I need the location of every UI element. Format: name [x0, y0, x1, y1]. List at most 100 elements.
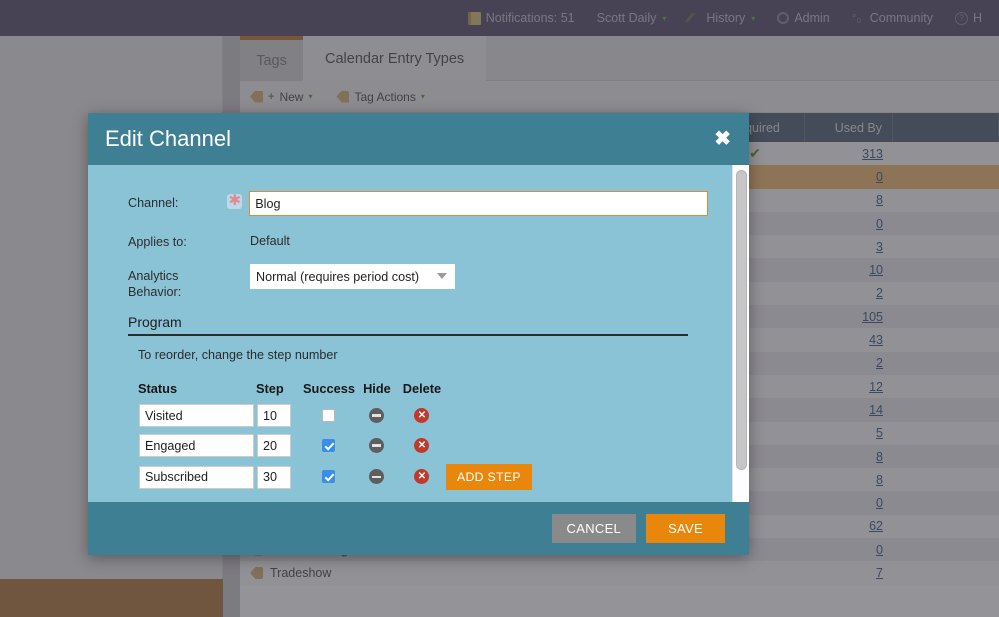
nav-label-admin: Admin — [794, 11, 830, 25]
cell-used-by: 5 — [805, 422, 893, 445]
book-icon — [467, 11, 481, 25]
chevron-down-icon: ▾ — [420, 92, 425, 101]
used-by-link[interactable]: 2 — [876, 356, 883, 370]
used-by-link[interactable]: 0 — [876, 496, 883, 510]
analytics-behavior-label-line2: Behavior: — [128, 285, 182, 299]
step-hide-cell — [355, 433, 399, 458]
column-header-spacer — [893, 113, 999, 142]
step-status-input[interactable] — [139, 404, 254, 427]
used-by-link[interactable]: 10 — [869, 263, 883, 277]
steps-col-delete: Delete — [402, 381, 442, 396]
used-by-link[interactable]: 5 — [876, 426, 883, 440]
plus-icon: + — [268, 90, 275, 103]
used-by-link[interactable]: 105 — [862, 310, 883, 324]
used-by-link[interactable]: 43 — [869, 333, 883, 347]
step-number-cell — [256, 433, 303, 458]
modal-title: Edit Channel — [105, 126, 231, 151]
cell-used-by: 43 — [805, 328, 893, 351]
used-by-link[interactable]: 313 — [862, 147, 883, 161]
step-number-input[interactable] — [257, 434, 291, 457]
edit-channel-modal: Edit Channel ✖ Channel: ✱ Applies to: De… — [88, 113, 749, 555]
cell-used-by: 2 — [805, 282, 893, 305]
cell-spacer — [893, 491, 999, 514]
cell-spacer — [893, 561, 999, 584]
chevron-down-icon: ▾ — [662, 13, 667, 23]
step-success-cell — [303, 403, 355, 428]
tab-bar: Tags Calendar Entry Types — [240, 36, 999, 81]
help-icon: ? — [954, 11, 968, 25]
tab-tags[interactable]: Tags — [240, 36, 303, 81]
used-by-link[interactable]: 0 — [876, 217, 883, 231]
used-by-link[interactable]: 8 — [876, 473, 883, 487]
step-number-input[interactable] — [257, 465, 291, 489]
cell-spacer — [893, 305, 999, 328]
field-row-channel: Channel: ✱ — [128, 191, 708, 216]
nav-item-help[interactable]: ? H — [944, 0, 993, 36]
add-step-button[interactable]: ADD STEP — [445, 464, 532, 490]
cell-spacer — [893, 352, 999, 375]
tag-icon — [250, 566, 263, 579]
column-header-used-by[interactable]: Used By — [805, 113, 893, 142]
cell-spacer — [893, 235, 999, 258]
x-circle-icon[interactable]: ✕ — [414, 437, 430, 453]
program-hint: To reorder, change the step number — [138, 348, 338, 362]
cell-used-by: 0 — [805, 538, 893, 561]
cell-spacer — [893, 189, 999, 212]
cell-used-by: 0 — [805, 165, 893, 188]
analytics-behavior-label-line1: Analytics — [128, 269, 179, 283]
minus-circle-icon[interactable] — [369, 437, 385, 453]
nav-item-history[interactable]: ⁄⁄ History ▾ — [677, 0, 766, 36]
used-by-link[interactable]: 8 — [876, 450, 883, 464]
step-success-cell — [303, 433, 355, 458]
nav-item-user[interactable]: Scott Daily ▾ — [586, 0, 678, 36]
step-row: ✕ — [138, 433, 533, 458]
nav-item-notifications[interactable]: Notifications: 51 — [457, 0, 586, 36]
x-circle-icon[interactable]: ✕ — [414, 407, 430, 423]
program-steps-table: Status Step Success Hide Delete ✕ ✕ ✕ ADD S… — [138, 376, 533, 496]
used-by-link[interactable]: 0 — [876, 170, 883, 184]
tab-calendar-entry-types[interactable]: Calendar Entry Types — [303, 36, 487, 81]
close-icon[interactable]: ✖ — [714, 129, 731, 149]
success-checkbox[interactable] — [322, 470, 336, 484]
used-by-link[interactable]: 3 — [876, 240, 883, 254]
modal-scrollbar[interactable] — [732, 165, 749, 502]
success-checkbox[interactable] — [322, 408, 336, 422]
analytics-behavior-label: Analytics Behavior: — [128, 264, 228, 300]
cell-used-by: 0 — [805, 491, 893, 514]
cancel-button[interactable]: CANCEL — [551, 514, 637, 543]
cell-used-by: 105 — [805, 305, 893, 328]
tab-calendar-entry-types-label: Calendar Entry Types — [325, 50, 465, 67]
channel-input[interactable] — [249, 191, 708, 216]
new-button[interactable]: + New ▾ — [250, 90, 312, 104]
cell-used-by: 7 — [805, 561, 893, 584]
nav-item-admin[interactable]: Admin — [766, 0, 840, 36]
top-navigation-bar: Notifications: 51 Scott Daily ▾ ⁄⁄ Histo… — [0, 0, 999, 36]
x-circle-icon[interactable]: ✕ — [414, 469, 430, 485]
used-by-link[interactable]: 7 — [876, 566, 883, 580]
minus-circle-icon[interactable] — [369, 407, 385, 423]
used-by-link[interactable]: 12 — [869, 380, 883, 394]
minus-circle-icon[interactable] — [369, 469, 385, 485]
modal-body: Channel: ✱ Applies to: Default Analytics… — [88, 165, 749, 502]
used-by-link[interactable]: 8 — [876, 193, 883, 207]
step-number-input[interactable] — [257, 404, 291, 427]
used-by-link[interactable]: 14 — [869, 403, 883, 417]
tag-actions-button[interactable]: Tag Actions ▾ — [336, 90, 425, 104]
used-by-link[interactable]: 62 — [869, 519, 883, 533]
cell-used-by: 10 — [805, 258, 893, 281]
cell-used-by: 3 — [805, 235, 893, 258]
used-by-link[interactable]: 0 — [876, 543, 883, 557]
nav-item-community[interactable]: ᐤ₀ Community — [841, 0, 944, 36]
step-status-cell — [138, 403, 256, 428]
step-status-input[interactable] — [139, 434, 254, 457]
success-checkbox[interactable] — [322, 438, 336, 452]
analytics-behavior-select[interactable]: Normal (requires period cost) — [250, 264, 455, 289]
step-status-input[interactable] — [139, 465, 254, 489]
modal-scrollbar-thumb[interactable] — [736, 170, 747, 470]
save-button[interactable]: SAVE — [646, 514, 725, 543]
table-row[interactable]: Tradeshow 7 — [240, 561, 999, 585]
cell-name: Tradeshow — [240, 561, 705, 584]
step-hide-cell — [355, 463, 399, 491]
step-hide-cell — [355, 403, 399, 428]
used-by-link[interactable]: 2 — [876, 286, 883, 300]
